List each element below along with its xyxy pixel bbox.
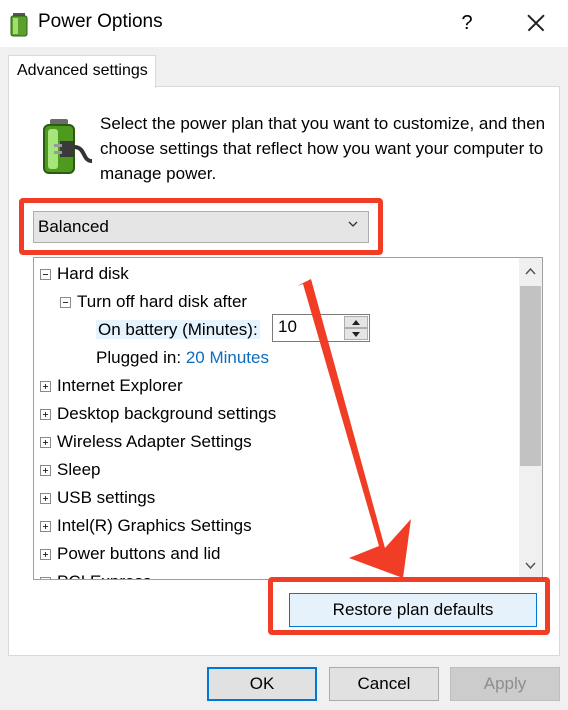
expand-icon[interactable]	[40, 549, 51, 560]
battery-plug-icon	[43, 119, 93, 174]
restore-highlight-box	[268, 577, 550, 635]
power-options-icon	[10, 13, 28, 37]
dropdown-highlight-box	[19, 198, 383, 255]
cancel-button[interactable]: Cancel	[329, 667, 439, 701]
plugged-in-value-link[interactable]: 20 Minutes	[186, 348, 269, 367]
spin-up-button[interactable]	[344, 316, 368, 328]
on-battery-label: On battery (Minutes):	[96, 320, 260, 339]
apply-button[interactable]: Apply	[450, 667, 560, 701]
title-bar: Power Options ?	[0, 0, 568, 47]
tab-advanced-settings[interactable]: Advanced settings	[8, 55, 156, 88]
expand-icon[interactable]	[40, 521, 51, 532]
tree-item-plugged-in[interactable]: Plugged in: 20 Minutes	[96, 345, 269, 371]
expand-icon[interactable]	[40, 409, 51, 420]
on-battery-minutes-value[interactable]: 10	[278, 317, 297, 337]
collapse-icon[interactable]	[40, 269, 51, 280]
ok-button[interactable]: OK	[207, 667, 317, 701]
tree-item-label: Intel(R) Graphics Settings	[57, 516, 252, 535]
expand-icon[interactable]	[40, 493, 51, 504]
close-button[interactable]	[520, 8, 550, 38]
tree-item-label: Internet Explorer	[57, 376, 183, 395]
window-title: Power Options	[38, 11, 163, 32]
triangle-down-icon	[352, 332, 360, 337]
expand-icon[interactable]	[40, 577, 51, 579]
expand-icon[interactable]	[40, 437, 51, 448]
tree-item-label: Sleep	[57, 460, 101, 479]
tree-item-on-battery[interactable]: On battery (Minutes):	[96, 317, 260, 343]
triangle-up-icon	[352, 320, 360, 325]
tree-item-label: Hard disk	[57, 264, 129, 283]
scroll-up-icon[interactable]	[519, 260, 542, 284]
tree-item-label: Turn off hard disk after	[77, 292, 248, 311]
tree-item-label: PCI Express	[57, 569, 151, 579]
expand-icon[interactable]	[40, 381, 51, 392]
vertical-scrollbar[interactable]	[519, 258, 542, 579]
expand-icon[interactable]	[40, 465, 51, 476]
settings-panel: Select the power plan that you want to c…	[8, 86, 560, 656]
scroll-down-icon[interactable]	[519, 553, 542, 577]
tree-item-label: Power buttons and lid	[57, 544, 221, 563]
collapse-icon[interactable]	[60, 297, 71, 308]
settings-tree[interactable]: Hard disk Turn off hard disk after On ba…	[33, 257, 543, 580]
help-button[interactable]: ?	[452, 8, 482, 38]
intro-text: Select the power plan that you want to c…	[100, 114, 546, 183]
plugged-in-label: Plugged in:	[96, 348, 182, 367]
scrollbar-thumb[interactable]	[520, 286, 541, 466]
on-battery-minutes-spinner[interactable]: 10	[272, 314, 370, 342]
tree-item-label: Desktop background settings	[57, 404, 277, 423]
spin-down-button[interactable]	[344, 328, 368, 340]
tree-item-label: Wireless Adapter Settings	[57, 432, 252, 451]
tree-item-label: USB settings	[57, 488, 156, 507]
